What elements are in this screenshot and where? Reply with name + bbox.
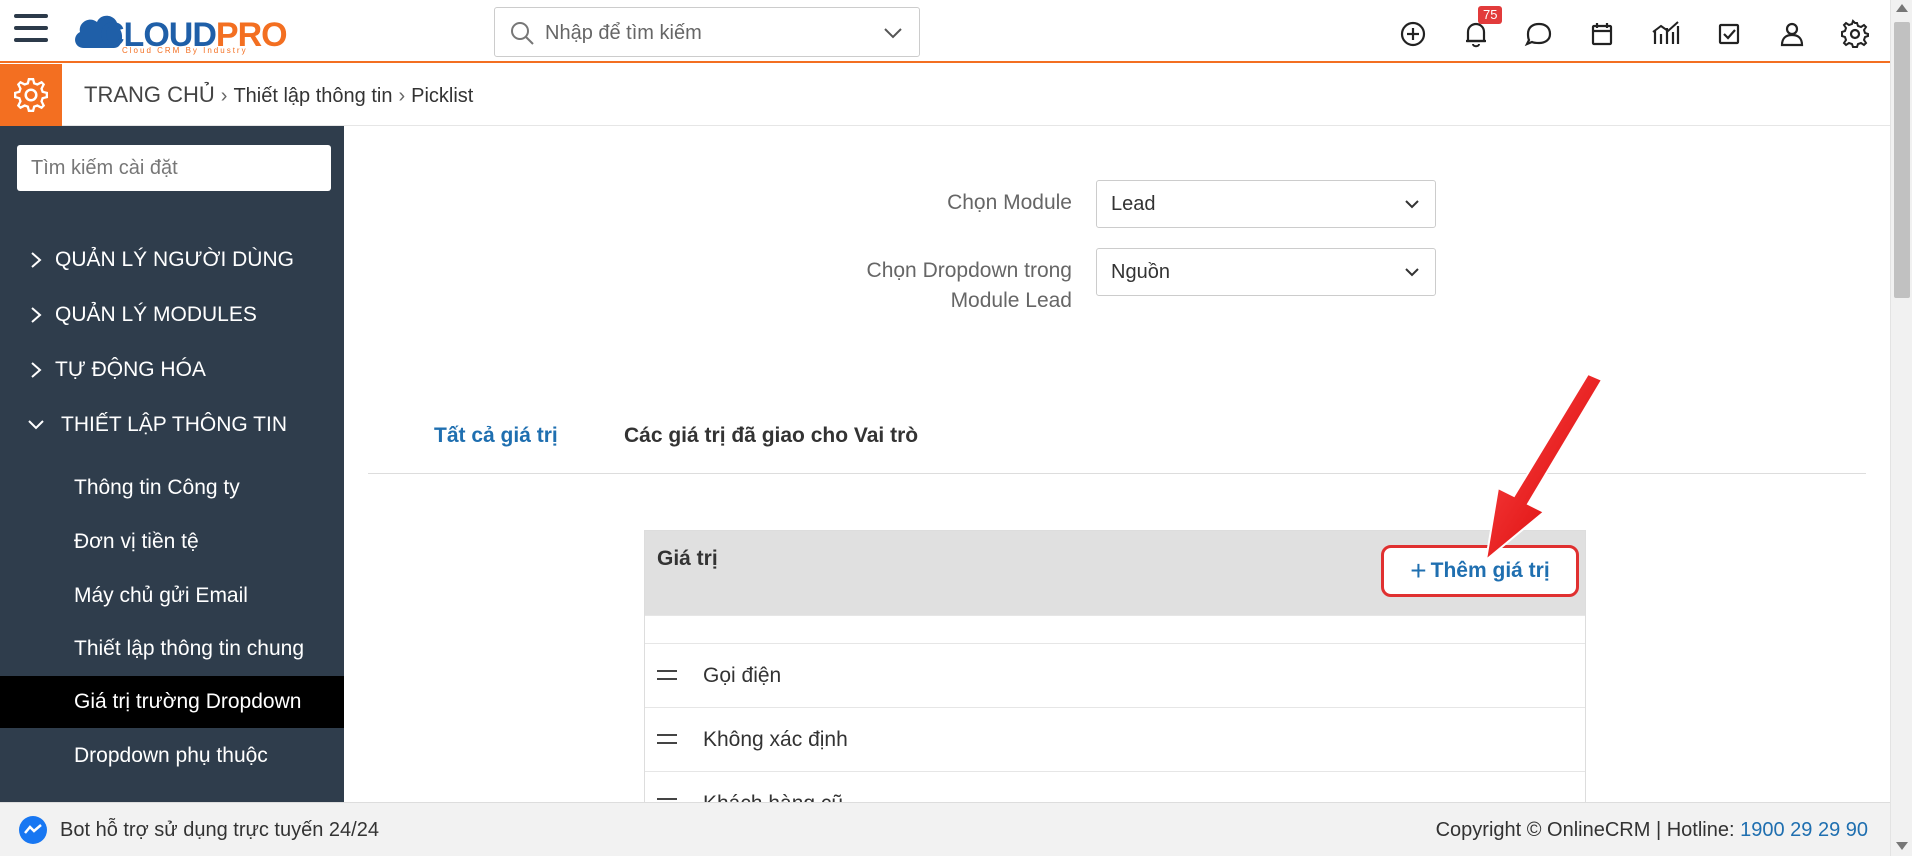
dropdown-select-label-line2: Module Lead (950, 289, 1072, 312)
sidebar-section-label: THIẾT LẬP THÔNG TIN (61, 413, 287, 436)
plus-icon: + (1410, 555, 1427, 586)
module-select-value: Lead (1111, 193, 1156, 215)
gear-icon[interactable] (1837, 16, 1873, 52)
chevron-right-icon (31, 307, 42, 323)
settings-button[interactable] (0, 64, 62, 126)
plus-circle-icon[interactable] (1395, 16, 1431, 52)
tab-role-values[interactable]: Các giá trị đã giao cho Vai trò (624, 424, 918, 448)
drag-handle-icon[interactable] (657, 734, 677, 744)
sidebar-item-label: Dropdown phụ thuộc (74, 744, 268, 767)
table-row-value: Không xác định (703, 728, 848, 751)
footer: Bot hỗ trợ sử dụng trực tuyến 24/24 Copy… (0, 802, 1890, 856)
global-search-box[interactable] (494, 7, 920, 57)
sidebar-item-picklist-values[interactable]: Giá trị trường Dropdown (0, 676, 344, 728)
dropdown-field-select[interactable]: Nguồn (1096, 248, 1436, 296)
sidebar-item-label: Giá trị trường Dropdown (74, 690, 302, 713)
sidebar-item-general-settings[interactable]: Thiết lập thông tin chung (0, 623, 344, 675)
sidebar-section-automation[interactable]: TỰ ĐỘNG HÓA (0, 350, 344, 390)
messenger-icon[interactable] (18, 815, 48, 845)
breadcrumb-level1[interactable]: Thiết lập thông tin (233, 85, 392, 107)
logo-tagline: Cloud CRM By Industry (122, 46, 248, 55)
picklist-values-table: Giá trị + Thêm giá trị Gọi điện Không xác… (644, 530, 1586, 802)
annotation-arrow-icon (1484, 374, 1604, 563)
gear-icon (14, 78, 48, 112)
breadcrumb-bar: TRANG CHỦ › Thiết lập thông tin › Picklist (0, 64, 1890, 126)
global-search-input[interactable] (545, 18, 865, 48)
sidebar-section-modules[interactable]: QUẢN LÝ MODULES (0, 295, 344, 335)
breadcrumb-home[interactable]: TRANG CHỦ (84, 82, 215, 107)
chevron-right-icon (31, 252, 42, 268)
sidebar-item-label: Máy chủ gửi Email (74, 584, 248, 607)
notification-badge: 75 (1478, 6, 1503, 24)
table-row-value: Gọi điện (703, 664, 782, 687)
sidebar-item-email-server[interactable]: Máy chủ gửi Email (0, 570, 344, 622)
scroll-down-icon[interactable] (1896, 842, 1908, 850)
module-select[interactable]: Lead (1096, 180, 1436, 228)
table-header-label: Giá trị (657, 547, 718, 570)
user-icon[interactable] (1774, 16, 1810, 52)
table-row[interactable]: Gọi điện (645, 643, 1585, 707)
scrollbar-thumb[interactable] (1894, 22, 1910, 298)
table-header: Giá trị + Thêm giá trị (645, 531, 1585, 615)
chevron-right-icon (31, 362, 42, 378)
table-spacer-row (645, 615, 1585, 643)
chart-icon[interactable] (1648, 16, 1684, 52)
table-row[interactable]: Không xác định (645, 707, 1585, 771)
sidebar-item-label: Đơn vị tiền tệ (74, 530, 199, 553)
value-tabs: Tất cả giá trị Các giá trị đã giao cho V… (368, 424, 1866, 474)
hotline-label: Hotline: (1666, 819, 1735, 841)
calendar-icon[interactable] (1584, 16, 1620, 52)
hotline-number[interactable]: 1900 29 29 90 (1740, 819, 1868, 841)
checkbox-icon[interactable] (1711, 16, 1747, 52)
chevron-down-icon[interactable] (883, 23, 903, 43)
sidebar-item-label: Thiết lập thông tin chung (74, 637, 304, 660)
picklist-main-panel: Chọn Module Lead Chọn Dropdown trong Mod… (344, 126, 1890, 802)
sidebar-section-label: QUẢN LÝ NGƯỜI DÙNG (55, 248, 294, 271)
chevron-down-icon (28, 420, 44, 430)
breadcrumb: TRANG CHỦ › Thiết lập thông tin › Picklist (84, 82, 473, 108)
copyright-text: Copyright © OnlineCRM (1435, 819, 1651, 841)
table-row[interactable]: Khách hàng cũ (645, 771, 1585, 802)
top-navbar: CLOUDPRO Cloud CRM By Industry 75 (0, 0, 1890, 63)
footer-divider: | (1650, 819, 1667, 841)
hamburger-menu-icon[interactable] (14, 14, 48, 48)
chat-icon[interactable] (1521, 16, 1557, 52)
sidebar-item-dependent-dropdown[interactable]: Dropdown phụ thuộc (0, 730, 344, 782)
chevron-down-icon (1405, 268, 1419, 277)
tab-all-values[interactable]: Tất cả giá trị (434, 424, 558, 448)
module-select-label: Chọn Module (947, 191, 1072, 214)
sidebar-section-user-management[interactable]: QUẢN LÝ NGƯỜI DÙNG (0, 240, 344, 280)
table-row-value: Khách hàng cũ (703, 792, 843, 802)
footer-copyright: Copyright © OnlineCRM | Hotline: 1900 29… (1436, 819, 1868, 842)
sidebar-section-info-settings[interactable]: THIẾT LẬP THÔNG TIN (0, 405, 344, 445)
sidebar-section-label: QUẢN LÝ MODULES (55, 303, 257, 326)
sidebar-item-currency[interactable]: Đơn vị tiền tệ (0, 516, 344, 568)
scroll-up-icon[interactable] (1896, 4, 1908, 12)
bot-support-text[interactable]: Bot hỗ trợ sử dụng trực tuyến 24/24 (60, 819, 379, 842)
chevron-down-icon (1405, 200, 1419, 209)
settings-sidebar: QUẢN LÝ NGƯỜI DÙNG QUẢN LÝ MODULES TỰ ĐỘ… (0, 126, 344, 802)
cloudpro-logo[interactable]: CLOUDPRO Cloud CRM By Industry (70, 6, 300, 56)
search-icon (511, 22, 534, 45)
sidebar-item-label: Thông tin Công ty (74, 476, 240, 499)
dropdown-field-select-value: Nguồn (1111, 261, 1170, 283)
sidebar-section-label: TỰ ĐỘNG HÓA (55, 358, 206, 381)
chevron-right-icon: › (220, 85, 228, 107)
page-scrollbar[interactable] (1890, 0, 1912, 856)
settings-search-input[interactable] (17, 145, 331, 191)
drag-handle-icon[interactable] (657, 670, 677, 680)
chevron-right-icon: › (398, 85, 406, 107)
sidebar-item-company-info[interactable]: Thông tin Công ty (0, 462, 344, 514)
dropdown-select-label: Chọn Dropdown trong Module Lead (867, 256, 1072, 316)
breadcrumb-current: Picklist (411, 85, 474, 107)
dropdown-select-label-line1: Chọn Dropdown trong (866, 259, 1072, 282)
